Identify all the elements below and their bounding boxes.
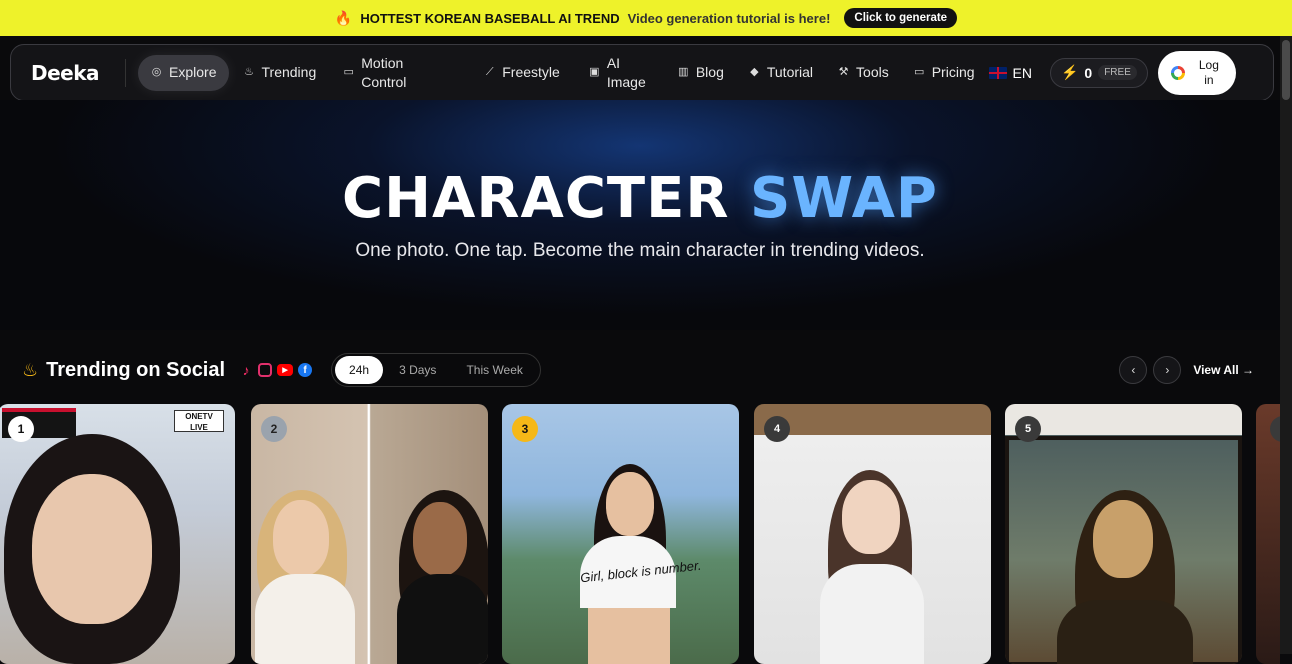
promo-headline: HOTTEST KOREAN BASEBALL AI TREND xyxy=(360,10,620,26)
book-icon: ▥ xyxy=(678,66,689,79)
tab-this-week[interactable]: This Week xyxy=(452,356,536,384)
free-tag: FREE xyxy=(1098,65,1137,80)
trend-card[interactable]: 2 xyxy=(251,404,488,664)
broadcast-logo: ONETV LIVE xyxy=(174,410,224,432)
nav-item-motion-control[interactable]: ▭ Motion Control xyxy=(334,55,429,91)
graduation-cap-icon: ◆ xyxy=(750,66,759,79)
trend-card[interactable]: 6 xyxy=(1256,404,1280,664)
promo-subtext: Video generation tutorial is here! xyxy=(627,10,831,26)
rank-badge: 2 xyxy=(261,416,287,442)
language-selector[interactable]: EN xyxy=(988,64,1032,81)
facebook-icon: f xyxy=(298,363,313,377)
chevron-right-icon[interactable]: › xyxy=(1153,356,1182,384)
lightning-icon: ⚡ xyxy=(1060,64,1079,80)
nav-item-tools[interactable]: ⚒ Tools xyxy=(829,55,897,91)
youtube-icon: ▶ xyxy=(277,364,294,376)
nav-item-explore[interactable]: ◎ Explore xyxy=(138,54,229,91)
trending-cards: ONETV LIVE 1 2 Girl, block is number. 3 4… xyxy=(0,404,1280,664)
person-face xyxy=(842,480,900,554)
top-navigation: Deeka ◎ Explore ♨ Trending ▭ Motion Cont… xyxy=(10,44,1274,101)
nav-item-label: Trending xyxy=(261,64,317,81)
rank-badge: 6 xyxy=(1270,416,1280,442)
tiktok-icon: ♪ xyxy=(242,362,250,378)
language-label: EN xyxy=(1012,64,1032,81)
fire-icon: 🔥 xyxy=(334,9,353,26)
flame-icon: ♨ xyxy=(22,359,39,380)
nav-item-label: Freestyle xyxy=(502,64,560,81)
login-button[interactable]: Log in xyxy=(1157,50,1236,95)
trend-card[interactable]: 5 xyxy=(1005,404,1242,664)
hero-title-word-1: CHARACTER xyxy=(342,166,730,231)
film-icon: ▭ xyxy=(343,66,354,79)
credits-count: 0 xyxy=(1084,64,1093,81)
time-range-tabs: 24h 3 Days This Week xyxy=(331,353,541,387)
google-icon xyxy=(1170,65,1185,80)
person-face xyxy=(1093,500,1153,578)
person-face xyxy=(273,500,329,576)
person-face xyxy=(32,474,152,624)
uk-flag-icon xyxy=(988,66,1007,79)
person-body xyxy=(255,574,355,664)
person-body xyxy=(397,574,488,664)
person-face xyxy=(413,502,467,576)
view-all-link[interactable]: View All → xyxy=(1193,363,1254,377)
tab-3-days[interactable]: 3 Days xyxy=(385,356,450,384)
logo[interactable]: Deeka xyxy=(31,61,100,85)
flame-icon: ♨ xyxy=(244,66,254,79)
rank-badge: 5 xyxy=(1015,416,1041,442)
trend-card[interactable]: Girl, block is number. 3 xyxy=(502,404,739,664)
nav-item-pricing[interactable]: ▭ Pricing xyxy=(905,55,983,91)
trend-card[interactable]: 4 xyxy=(754,404,991,664)
person-waist xyxy=(588,608,670,664)
nav-item-freestyle[interactable]: ⟋ Freestyle xyxy=(475,55,568,91)
rank-badge: 1 xyxy=(8,416,34,442)
tab-24h[interactable]: 24h xyxy=(335,356,384,384)
scrollbar-track[interactable] xyxy=(1280,36,1292,654)
promo-cta-button[interactable]: Click to generate xyxy=(844,8,958,28)
image-icon: ▣ xyxy=(589,66,600,79)
card-icon: ▭ xyxy=(914,66,925,79)
trending-header: ♨ Trending on Social ♪ ▶ f 24h 3 Days Th… xyxy=(22,352,541,388)
carousel-controls: ‹ › View All → xyxy=(1119,356,1254,384)
nav-item-label: Blog xyxy=(695,64,724,81)
nav-item-label: Explore xyxy=(169,64,217,81)
instagram-icon xyxy=(258,363,273,377)
person-face xyxy=(606,472,654,536)
nav-item-tutorial[interactable]: ◆ Tutorial xyxy=(740,55,821,91)
section-title: Trending on Social xyxy=(46,358,226,381)
magic-wand-icon: ⟋ xyxy=(485,66,494,79)
nav-divider xyxy=(125,58,127,87)
hero-title: CHARACTER SWAP xyxy=(0,166,1280,231)
nav-item-blog[interactable]: ▥ Blog xyxy=(669,55,732,91)
compass-icon: ◎ xyxy=(151,66,162,79)
hero-subtitle: One photo. One tap. Become the main char… xyxy=(355,240,925,261)
promo-banner[interactable]: 🔥 HOTTEST KOREAN BASEBALL AI TREND Video… xyxy=(0,0,1292,36)
wrench-icon: ⚒ xyxy=(838,66,849,79)
nav-item-trending[interactable]: ♨ Trending xyxy=(235,55,325,91)
rank-badge: 4 xyxy=(764,416,790,442)
nav-item-label: Tools xyxy=(856,64,889,81)
credits-badge[interactable]: ⚡ 0 FREE xyxy=(1049,57,1148,88)
rank-badge: 3 xyxy=(512,416,538,442)
nav-item-label: AI Image xyxy=(606,55,646,90)
person-body xyxy=(1057,600,1193,664)
nav-item-ai-image[interactable]: ▣ AI Image xyxy=(580,55,655,91)
scrollbar-thumb[interactable] xyxy=(1282,40,1290,100)
trend-card[interactable]: ONETV LIVE 1 xyxy=(0,404,235,664)
nav-item-label: Tutorial xyxy=(766,64,814,81)
person-body xyxy=(820,564,924,664)
chevron-left-icon[interactable]: ‹ xyxy=(1119,356,1148,384)
nav-item-label: Motion Control xyxy=(361,55,407,90)
hero-title-word-2: SWAP xyxy=(749,166,938,231)
nav-item-label: Pricing xyxy=(931,64,975,81)
login-label: Log in xyxy=(1198,58,1219,87)
hero-section: CHARACTER SWAP One photo. One tap. Becom… xyxy=(0,100,1280,330)
